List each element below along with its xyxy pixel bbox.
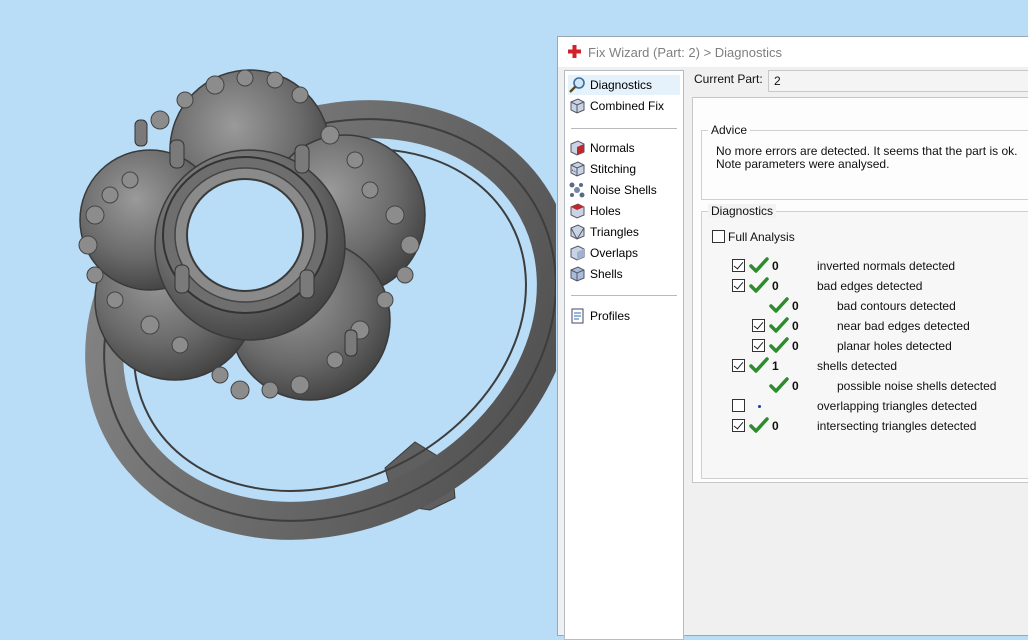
noise-shells-label: possible noise shells detected (837, 379, 997, 393)
title-bar[interactable]: Fix Wizard (Part: 2) > Diagnostics (558, 37, 1028, 67)
nav-label-holes: Holes (590, 204, 621, 218)
cube-icon (570, 98, 585, 114)
advice-text: No more errors are detected. It seems th… (716, 144, 1018, 171)
planar-holes-count: 0 (792, 339, 799, 353)
inverted-normals-count: 0 (772, 259, 779, 273)
magnifier-icon (569, 77, 585, 93)
intersecting-triangles-checkbox[interactable] (732, 419, 745, 432)
holes-cube-icon (570, 203, 585, 219)
overlapping-triangles-checkbox[interactable] (732, 399, 745, 412)
nav-label-diagnostics: Diagnostics (590, 78, 653, 92)
green-check-icon (769, 317, 789, 333)
near-bad-edges-checkbox[interactable] (752, 319, 765, 332)
nav-item-shells[interactable]: Shells (568, 264, 680, 284)
green-check-icon (749, 277, 769, 293)
current-part-label: Current Part: (694, 72, 763, 86)
shells-checkbox[interactable] (732, 359, 745, 372)
document-icon (571, 308, 584, 324)
overlapping-triangles-label: overlapping triangles detected (817, 399, 978, 413)
nav-item-overlaps[interactable]: Overlaps (568, 243, 680, 263)
nav-separator (571, 295, 677, 296)
nav-item-stitching[interactable]: Stitching (568, 159, 680, 179)
not-analysed-dot-icon (758, 405, 761, 408)
nav-item-normals[interactable]: Normals (568, 138, 680, 158)
nav-item-triangles[interactable]: Triangles (568, 222, 680, 242)
bad-contours-label: bad contours detected (837, 299, 956, 313)
noise-shells-count: 0 (792, 379, 799, 393)
bad-edges-label: bad edges detected (817, 279, 923, 293)
normals-cube-icon (570, 140, 585, 156)
shells-count: 1 (772, 359, 779, 373)
3d-viewport[interactable] (0, 0, 556, 622)
bad-edges-checkbox[interactable] (732, 279, 745, 292)
window-title: Fix Wizard (Part: 2) > Diagnostics (588, 45, 782, 60)
triangles-cube-icon (570, 224, 585, 240)
current-part-field[interactable]: 2 (768, 70, 1028, 92)
green-check-icon (769, 297, 789, 313)
ring-model (78, 69, 556, 540)
green-check-icon (749, 417, 769, 433)
bad-edges-count: 0 (772, 279, 779, 293)
stitching-cube-icon (570, 161, 585, 177)
diagnostics-page: Advice No more errors are detected. It s… (692, 97, 1028, 483)
green-check-icon (749, 357, 769, 373)
full-analysis-label: Full Analysis (728, 230, 795, 244)
wizard-navigation: Diagnostics Combined Fix Normals Stitchi… (564, 70, 684, 640)
nav-label-noise-shells: Noise Shells (590, 183, 657, 197)
nav-label-combined-fix: Combined Fix (590, 99, 665, 113)
nav-item-noise-shells[interactable]: Noise Shells (568, 180, 680, 200)
nav-item-diagnostics[interactable]: Diagnostics (568, 75, 680, 95)
fix-wizard-dialog: Fix Wizard (Part: 2) > Diagnostics Diagn… (557, 36, 1028, 640)
overlaps-cube-icon (570, 245, 585, 261)
nav-label-shells: Shells (590, 267, 623, 281)
diagnostics-group: Diagnostics Full Analysis 0 inverted nor… (701, 204, 1028, 479)
nav-label-profiles: Profiles (590, 309, 631, 323)
nav-label-normals: Normals (590, 141, 635, 155)
near-bad-edges-count: 0 (792, 319, 799, 333)
inverted-normals-label: inverted normals detected (817, 259, 956, 273)
nav-separator (571, 128, 677, 129)
inverted-normals-checkbox[interactable] (732, 259, 745, 272)
intersecting-triangles-count: 0 (772, 419, 779, 433)
diagnostics-title: Diagnostics (708, 204, 777, 218)
green-check-icon (769, 337, 789, 353)
noise-shells-icon (569, 182, 585, 198)
bad-contours-count: 0 (792, 299, 799, 313)
near-bad-edges-label: near bad edges detected (837, 319, 970, 333)
green-check-icon (749, 257, 769, 273)
red-cross-icon (568, 45, 581, 58)
shells-label: shells detected (817, 359, 898, 373)
intersecting-triangles-label: intersecting triangles detected (817, 419, 977, 433)
advice-group: Advice No more errors are detected. It s… (701, 123, 1028, 200)
nav-item-holes[interactable]: Holes (568, 201, 680, 221)
nav-label-triangles: Triangles (590, 225, 639, 239)
nav-item-combined-fix[interactable]: Combined Fix (568, 96, 680, 116)
planar-holes-checkbox[interactable] (752, 339, 765, 352)
green-check-icon (769, 377, 789, 393)
nav-label-stitching: Stitching (590, 162, 637, 176)
full-analysis-checkbox[interactable] (712, 230, 725, 243)
nav-item-profiles[interactable]: Profiles (568, 306, 680, 326)
planar-holes-label: planar holes detected (837, 339, 952, 353)
shells-cube-icon (570, 266, 585, 282)
nav-label-overlaps: Overlaps (590, 246, 639, 260)
advice-title: Advice (708, 123, 751, 137)
